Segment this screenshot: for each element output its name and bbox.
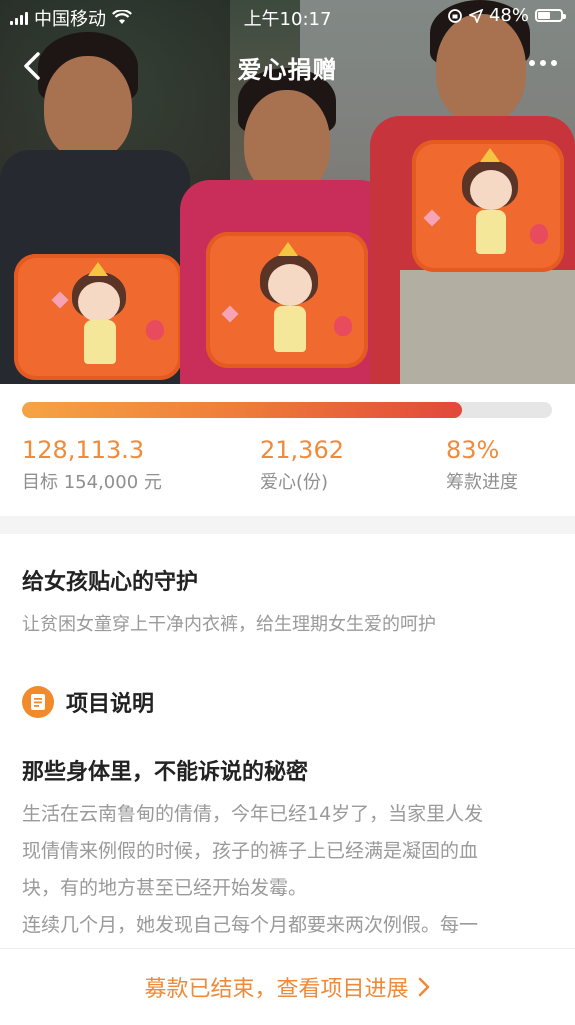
goal-label: 目标 154,000 元 — [22, 472, 162, 493]
nav-bar: 爱心捐赠 — [0, 40, 575, 92]
stat-raised: 128,113.3 目标 154,000 元 — [22, 436, 162, 494]
progress-fill — [22, 402, 462, 418]
more-dots-icon[interactable] — [529, 60, 557, 66]
page-title: 爱心捐赠 — [237, 56, 338, 84]
section-label: 项目说明 — [66, 692, 155, 717]
fundraising-progress-bar — [22, 402, 552, 418]
project-title: 给女孩贴心的守护 — [22, 570, 199, 595]
chevron-right-icon — [418, 977, 429, 997]
article-line: 生活在云南鲁甸的倩倩，今年已经14岁了，当家里人发 — [22, 803, 484, 825]
article-line: 连续几个月，她发现自己每个月都要来两次例假。每一 — [22, 914, 479, 936]
donation-label: 爱心(份) — [260, 472, 329, 493]
orange-pouch — [14, 254, 182, 380]
article-line: 块，有的地方甚至已经开始发霉。 — [22, 877, 308, 899]
progress-percent: 83% — [446, 436, 500, 464]
rotation-lock-icon — [448, 8, 462, 23]
section-header: 项目说明 — [22, 686, 154, 718]
raised-amount: 128,113.3 — [22, 436, 145, 464]
article-body: 生活在云南鲁甸的倩倩，今年已经14岁了，当家里人发 现倩倩来例假的时候，孩子的裤… — [22, 796, 552, 944]
project-subtitle: 让贫困女童穿上干净内衣裤，给生理期女生爱的呵护 — [22, 614, 436, 635]
location-arrow-icon — [468, 8, 483, 23]
stat-donations: 21,362 爱心(份) — [260, 436, 344, 494]
battery-percent: 48% — [488, 5, 529, 26]
donation-count: 21,362 — [260, 436, 344, 464]
status-bar: 中国移动 上午10:17 48% — [0, 0, 575, 34]
battery-icon — [535, 9, 566, 22]
article-title: 那些身体里，不能诉说的秘密 — [22, 760, 309, 785]
view-progress-button[interactable]: 募款已结束，查看项目进展 — [0, 948, 575, 1025]
orange-pouch — [412, 140, 564, 272]
status-right: 48% — [447, 5, 566, 26]
progress-label: 筹款进度 — [446, 472, 518, 493]
orange-pouch — [206, 232, 368, 368]
sweater-shape — [400, 270, 575, 384]
child-figure-middle — [180, 50, 390, 384]
view-progress-label: 募款已结束，查看项目进展 — [144, 977, 409, 1002]
section-divider — [0, 516, 575, 534]
fundraising-stats: 128,113.3 目标 154,000 元 21,362 爱心(份) 83% … — [22, 436, 553, 496]
stat-progress: 83% 筹款进度 — [446, 436, 518, 494]
article-line: 现倩倩来例假的时候，孩子的裤子上已经满是凝固的血 — [22, 840, 479, 862]
document-icon — [22, 686, 54, 718]
